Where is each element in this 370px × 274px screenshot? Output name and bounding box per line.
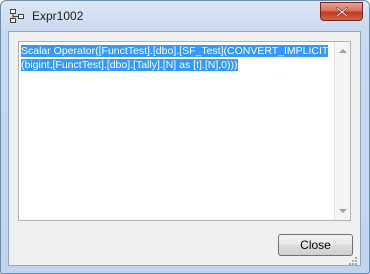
- dialog-window: Expr1002 Scalar Operator([FunctTest].[db…: [0, 0, 370, 274]
- scroll-down-arrow-icon[interactable]: [339, 209, 347, 213]
- window-close-button[interactable]: [320, 2, 363, 21]
- expression-textbox[interactable]: Scalar Operator([FunctTest].[dbo].[SF_Te…: [18, 41, 351, 221]
- selected-text[interactable]: Scalar Operator([FunctTest].[dbo].[SF_Te…: [21, 45, 329, 71]
- close-button[interactable]: Close: [278, 234, 353, 256]
- expression-tree-icon: [10, 9, 24, 23]
- dialog-body: Scalar Operator([FunctTest].[dbo].[SF_Te…: [8, 31, 361, 266]
- scroll-up-arrow-icon[interactable]: [339, 49, 347, 53]
- close-icon: [336, 7, 348, 17]
- title-bar[interactable]: Expr1002: [1, 1, 369, 31]
- expression-text[interactable]: Scalar Operator([FunctTest].[dbo].[SF_Te…: [21, 44, 333, 72]
- vertical-scrollbar[interactable]: [334, 42, 350, 220]
- window-title: Expr1002: [32, 9, 84, 23]
- resize-grip-icon[interactable]: [347, 252, 357, 265]
